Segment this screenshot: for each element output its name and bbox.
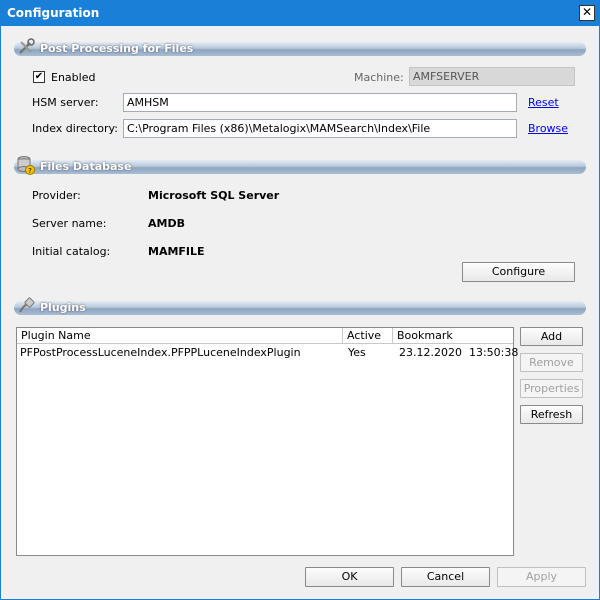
add-button[interactable]: Add	[520, 327, 583, 346]
provider-value: Microsoft SQL Server	[148, 189, 280, 202]
column-header-active[interactable]: Active	[343, 328, 393, 343]
title-bar: Configuration ✕	[0, 0, 600, 26]
reset-link[interactable]: Reset	[528, 96, 559, 109]
properties-button[interactable]: Properties	[520, 379, 583, 398]
cancel-button[interactable]: Cancel	[401, 567, 490, 587]
enabled-label: Enabled	[51, 71, 96, 84]
initial-catalog-label: Initial catalog:	[32, 245, 111, 258]
configure-button[interactable]: Configure	[462, 262, 575, 282]
plugins-list[interactable]: Plugin Name Active Bookmark PFPostProces…	[16, 327, 518, 556]
server-name-value: AMDB	[148, 217, 185, 230]
hsm-server-input[interactable]: AMHSM	[123, 93, 517, 112]
plugin-name-cell: PFPostProcessLuceneIndex.PFPPLuceneIndex…	[20, 346, 301, 359]
enabled-checkbox[interactable]: ✔	[33, 71, 45, 83]
server-name-label: Server name:	[32, 217, 107, 230]
plugins-header: Plugins	[14, 297, 586, 315]
post-processing-header: Post Processing for Files	[14, 38, 586, 56]
refresh-button[interactable]: Refresh	[520, 405, 583, 424]
files-database-header: ? Files Database	[14, 156, 586, 175]
browse-link[interactable]: Browse	[528, 122, 568, 135]
section-title: Files Database	[40, 160, 132, 173]
list-header: Plugin Name Active Bookmark	[17, 328, 513, 344]
svg-text:?: ?	[28, 167, 32, 175]
machine-field: AMFSERVER	[409, 67, 575, 86]
tools-icon	[19, 38, 35, 54]
index-directory-input[interactable]: C:\Program Files (x86)\Metalogix\MAMSear…	[123, 119, 517, 138]
hsm-server-label: HSM server:	[32, 96, 99, 109]
provider-label: Provider:	[32, 189, 81, 202]
apply-button[interactable]: Apply	[497, 567, 586, 587]
section-title: Post Processing for Files	[40, 42, 194, 55]
index-directory-label: Index directory:	[32, 122, 118, 135]
initial-catalog-value: MAMFILE	[148, 245, 205, 258]
section-title: Plugins	[40, 301, 86, 314]
table-row[interactable]: PFPostProcessLuceneIndex.PFPPLuceneIndex…	[17, 345, 518, 361]
database-icon: ?	[17, 156, 35, 175]
ok-button[interactable]: OK	[305, 567, 394, 587]
close-icon[interactable]: ✕	[579, 5, 595, 21]
machine-label: Machine:	[354, 71, 404, 84]
remove-button[interactable]: Remove	[520, 353, 583, 372]
column-header-plugin-name[interactable]: Plugin Name	[17, 328, 343, 343]
plugin-active-cell: Yes	[348, 346, 366, 359]
column-header-bookmark[interactable]: Bookmark	[393, 328, 513, 343]
plug-icon	[19, 297, 35, 313]
window-title: Configuration	[7, 6, 100, 20]
plugin-bookmark-cell: 23.12.2020 13:50:38	[399, 346, 519, 359]
